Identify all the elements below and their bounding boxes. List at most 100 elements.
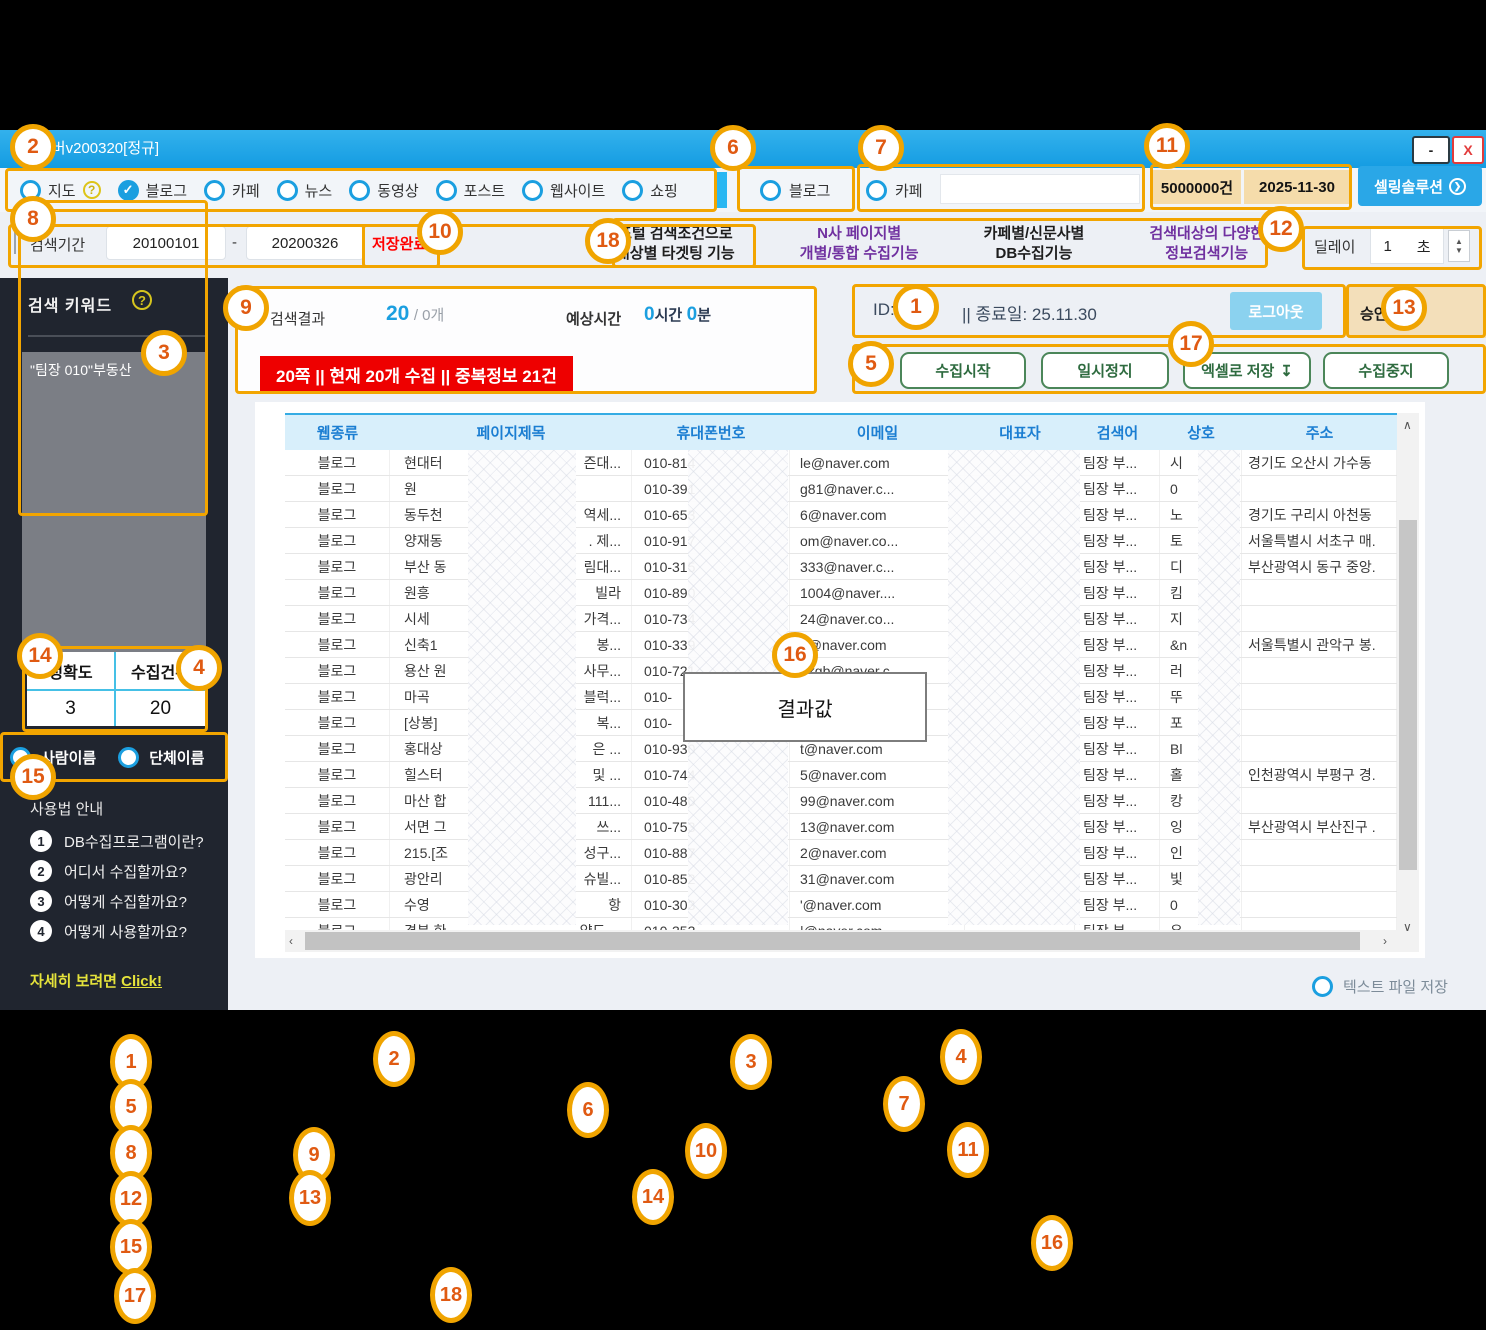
count-value: 20 xyxy=(116,691,205,726)
radio-icon[interactable] xyxy=(436,180,457,201)
guide-number-icon: 4 xyxy=(30,920,52,942)
cell-webtype: 블로그 xyxy=(285,684,390,709)
title-fragment-left: 시세 xyxy=(404,609,430,629)
radio-icon[interactable] xyxy=(760,180,781,201)
promo-line2: 대상별 타겟팅 기능 xyxy=(616,244,735,264)
arrow-right-icon: ❯ xyxy=(1449,178,1466,195)
delay-input[interactable]: 1 초 xyxy=(1370,228,1444,264)
blog-secondary-radio[interactable]: 블로그 xyxy=(760,168,830,212)
legend-callout-18: 18 xyxy=(430,1267,472,1323)
spinner-up-icon[interactable]: ▲ xyxy=(1455,237,1463,246)
spinner-down-icon[interactable]: ▼ xyxy=(1455,246,1463,255)
nav-item-블로그[interactable]: ✓블로그 xyxy=(118,180,187,201)
keyword-textarea[interactable]: "팀장 010"부동산 xyxy=(22,352,206,660)
nav-item-동영상[interactable]: 동영상 xyxy=(349,180,418,201)
text-file-save-option[interactable]: 텍스트 파일 저장 xyxy=(1312,976,1448,997)
guide-item[interactable]: 2어디서 수집할까요? xyxy=(30,860,187,882)
title-fragment-left: 215.[조 xyxy=(404,843,448,863)
scroll-left-icon[interactable]: ‹ xyxy=(289,935,293,947)
cell-email: le@naver.com xyxy=(790,450,965,475)
title-fragment-right: 성구... xyxy=(584,843,621,863)
column-header-웹종류[interactable]: 웹종류 xyxy=(285,415,390,450)
cell-email: om@naver.co... xyxy=(790,528,965,553)
promo-line1: N사 페이지별 xyxy=(800,224,919,244)
minimize-button[interactable]: - xyxy=(1412,136,1450,164)
guide-item[interactable]: 4어떻게 사용할까요? xyxy=(30,920,187,942)
logout-button[interactable]: 로그아웃 xyxy=(1230,292,1322,330)
nav-item-label: 웹사이트 xyxy=(550,180,605,201)
column-header-휴대폰번호[interactable]: 휴대폰번호 xyxy=(632,415,790,450)
guide-item[interactable]: 3어떻게 수집할까요? xyxy=(30,890,187,912)
title-fragment-right: 역세... xyxy=(584,505,621,525)
cell-address xyxy=(1242,736,1397,761)
selling-solution-button[interactable]: 셀링솔루션 ❯ xyxy=(1358,166,1482,206)
feature-promo-block: 포털 검색조건으로대상별 타겟팅 기능N사 페이지별개별/통합 수집기능카페별/… xyxy=(616,222,1264,266)
title-fragment-right: 블럭... xyxy=(584,687,621,707)
horizontal-scrollbar[interactable]: ‹ › xyxy=(285,930,1397,952)
window-title: 디버v200320[정규] xyxy=(38,130,159,168)
title-fragment-left: 원흥 xyxy=(404,583,430,603)
radio-icon[interactable] xyxy=(349,180,370,201)
guide-item[interactable]: 1DB수집프로그램이란? xyxy=(30,830,204,852)
cell-address xyxy=(1242,710,1397,735)
text-save-radio[interactable] xyxy=(1312,976,1333,997)
scroll-down-icon[interactable]: ∨ xyxy=(1403,921,1412,933)
cell-webtype: 블로그 xyxy=(285,736,390,761)
delay-label: 딜레이 xyxy=(1314,236,1355,257)
date-from-input[interactable]: 20100101 xyxy=(106,226,226,260)
nav-item-label: 카페 xyxy=(232,180,260,201)
cell-address xyxy=(1242,892,1397,917)
expiry-date-badge: 2025-11-30 xyxy=(1244,170,1350,204)
cell-address xyxy=(1242,866,1397,891)
guide-item-label: 어디서 수집할까요? xyxy=(64,861,187,882)
cell-keyword: 팀장 부... xyxy=(1075,866,1160,891)
org-name-radio[interactable] xyxy=(118,747,139,768)
radio-icon[interactable] xyxy=(622,180,643,201)
pause-button[interactable]: 일시정지 xyxy=(1041,352,1169,389)
radio-icon[interactable]: ✓ xyxy=(118,180,139,201)
stop-collect-button[interactable]: 수집중지 xyxy=(1323,352,1449,389)
nav-item-카페[interactable]: 카페 xyxy=(204,180,260,201)
id-label: ID: xyxy=(873,300,895,320)
help-icon[interactable]: ? xyxy=(132,290,152,310)
nav-item-웹사이트[interactable]: 웹사이트 xyxy=(522,180,605,201)
radio-icon[interactable] xyxy=(204,180,225,201)
callout-10: 10 xyxy=(417,209,463,255)
download-icon: ↧ xyxy=(1280,362,1293,380)
org-name-label: 단체이름 xyxy=(149,747,204,768)
nav-item-쇼핑[interactable]: 쇼핑 xyxy=(622,180,678,201)
cell-address: 부산광역시 부산진구 . xyxy=(1242,814,1397,839)
cafe-keyword-input[interactable] xyxy=(940,174,1140,204)
radio-icon[interactable] xyxy=(866,180,887,201)
delay-spinner[interactable]: ▲ ▼ xyxy=(1448,230,1470,262)
nav-item-뉴스[interactable]: 뉴스 xyxy=(277,180,333,201)
title-fragment-left: 부산 동 xyxy=(404,557,447,577)
cell-webtype: 블로그 xyxy=(285,450,390,475)
title-fragment-left: 수영 xyxy=(404,895,430,915)
guide-more-link[interactable]: Click! xyxy=(121,973,162,990)
column-header-상호[interactable]: 상호 xyxy=(1160,415,1242,450)
column-header-검색어[interactable]: 검색어 xyxy=(1075,415,1160,450)
nav-item-포스트[interactable]: 포스트 xyxy=(436,180,505,201)
column-header-이메일[interactable]: 이메일 xyxy=(790,415,965,450)
start-collect-button[interactable]: 수집시작 xyxy=(900,352,1026,389)
date-to-input[interactable]: 20200326 xyxy=(246,226,364,260)
radio-icon[interactable] xyxy=(522,180,543,201)
cell-address: 서울특별시 관악구 봉. xyxy=(1242,632,1397,657)
help-icon[interactable]: ? xyxy=(83,181,101,199)
scroll-right-icon[interactable]: › xyxy=(1383,935,1387,947)
cafe-secondary-radio[interactable]: 카페 xyxy=(866,168,923,212)
horizontal-scroll-thumb[interactable] xyxy=(305,932,1360,950)
title-fragment-right: 림대... xyxy=(584,557,621,577)
vertical-scrollbar[interactable]: ∧ ∨ xyxy=(1397,413,1419,952)
column-header-페이지제목[interactable]: 페이지제목 xyxy=(390,415,632,450)
cell-keyword: 팀장 부... xyxy=(1075,502,1160,527)
column-header-대표자[interactable]: 대표자 xyxy=(965,415,1075,450)
column-header-주소[interactable]: 주소 xyxy=(1242,415,1397,450)
result-value-tooltip: 결과값 xyxy=(683,672,927,742)
radio-icon[interactable] xyxy=(277,180,298,201)
close-button[interactable]: X xyxy=(1452,136,1484,164)
vertical-scroll-thumb[interactable] xyxy=(1399,520,1417,870)
scroll-up-icon[interactable]: ∧ xyxy=(1403,419,1412,431)
callout-9: 9 xyxy=(223,285,269,331)
